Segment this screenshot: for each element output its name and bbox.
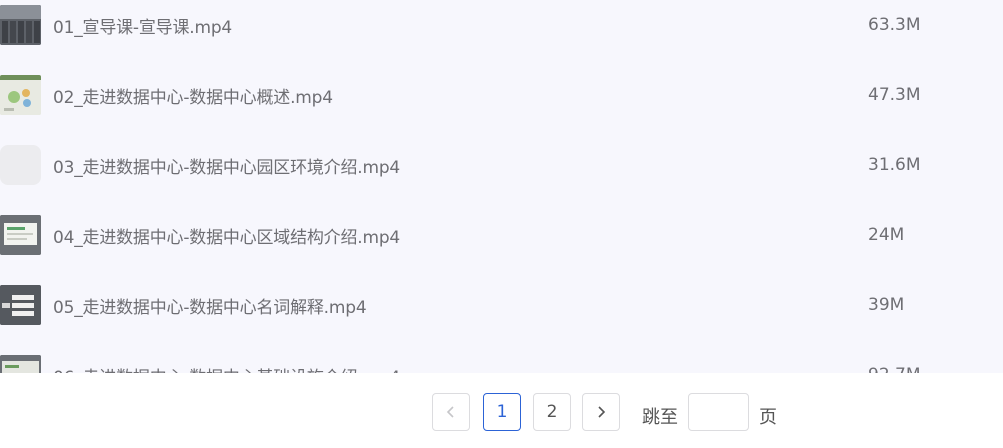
video-thumbnail-icon[interactable]: [0, 145, 41, 185]
file-size: 39M: [868, 295, 905, 315]
file-name[interactable]: 04_走进数据中心-数据中心区域结构介绍.mp4: [53, 223, 833, 248]
file-size: 31.6M: [868, 155, 921, 175]
file-size: 92.7M: [868, 365, 921, 373]
page-button-1[interactable]: 1: [483, 393, 521, 431]
video-thumbnail-icon[interactable]: [0, 5, 41, 45]
file-name[interactable]: 01_宣导课-宣导课.mp4: [53, 13, 833, 38]
file-size: 47.3M: [868, 85, 921, 105]
file-size: 24M: [868, 225, 905, 245]
file-row[interactable]: 04_走进数据中心-数据中心区域结构介绍.mp4 24M: [0, 215, 1003, 255]
chevron-right-icon: [598, 406, 606, 418]
page-unit-label: 页: [759, 407, 777, 428]
file-name[interactable]: 02_走进数据中心-数据中心概述.mp4: [53, 83, 833, 108]
pagination: 1 2 跳至 页: [0, 373, 1003, 448]
file-name[interactable]: 05_走进数据中心-数据中心名词解释.mp4: [53, 293, 833, 318]
file-name[interactable]: 06_走进数据中心-数据中心基础设施介绍.mp4: [53, 363, 833, 374]
next-page-button[interactable]: [582, 393, 620, 431]
video-thumbnail-icon[interactable]: [0, 285, 41, 325]
file-row[interactable]: 02_走进数据中心-数据中心概述.mp4 47.3M: [0, 75, 1003, 115]
file-row[interactable]: 06_走进数据中心-数据中心基础设施介绍.mp4 92.7M: [0, 355, 1003, 373]
file-row[interactable]: 01_宣导课-宣导课.mp4 63.3M: [0, 5, 1003, 45]
prev-page-button[interactable]: [432, 393, 470, 431]
jump-label: 跳至: [642, 407, 678, 428]
jump-page-input[interactable]: [688, 393, 749, 431]
video-thumbnail-icon[interactable]: [0, 355, 41, 373]
file-size: 63.3M: [868, 15, 921, 35]
video-thumbnail-icon[interactable]: [0, 75, 41, 115]
file-name[interactable]: 03_走进数据中心-数据中心园区环境介绍.mp4: [53, 153, 833, 178]
video-thumbnail-icon[interactable]: [0, 215, 41, 255]
chevron-left-icon: [446, 406, 454, 418]
file-row[interactable]: 05_走进数据中心-数据中心名词解释.mp4 39M: [0, 285, 1003, 325]
page-button-2[interactable]: 2: [533, 393, 571, 431]
file-list: 01_宣导课-宣导课.mp4 63.3M 02_走进数据中心-数据中心概述.mp…: [0, 0, 1003, 373]
file-row[interactable]: 03_走进数据中心-数据中心园区环境介绍.mp4 31.6M: [0, 145, 1003, 185]
